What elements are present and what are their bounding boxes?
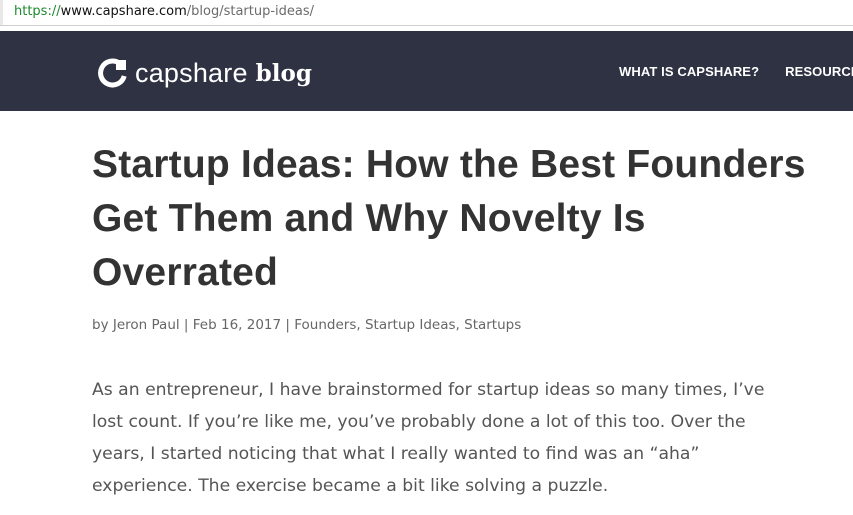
- meta-separator: |: [285, 317, 290, 333]
- capshare-logo-icon: [98, 58, 127, 88]
- post-meta: by Jeron Paul | Feb 16, 2017 | Founders,…: [92, 317, 521, 333]
- url-path: /blog/startup-ideas/: [186, 4, 315, 19]
- site-header: capshare blog WHAT IS CAPSHARE? RESOURCE: [0, 31, 853, 111]
- category-link-startups[interactable]: Startups: [464, 317, 521, 333]
- article-title: Startup Ideas: How the Best Founders Get…: [92, 143, 806, 294]
- site-logo[interactable]: capshare blog: [97, 55, 312, 91]
- logo-blog-label: blog: [255, 59, 312, 87]
- category-separator: ,: [455, 317, 460, 333]
- category-link-startup-ideas[interactable]: Startup Ideas: [365, 317, 456, 333]
- url-scheme: https://: [14, 4, 61, 19]
- address-bar[interactable]: https://www.capshare.com/blog/startup-id…: [0, 0, 853, 26]
- logo-wordmark: capshare: [135, 57, 248, 88]
- main-nav: WHAT IS CAPSHARE? RESOURCE: [619, 64, 853, 79]
- meta-by: by: [92, 317, 109, 333]
- nav-item-what-is-capshare[interactable]: WHAT IS CAPSHARE?: [619, 64, 759, 79]
- address-bar-edge: [0, 0, 3, 25]
- author-link[interactable]: Jeron Paul: [113, 317, 180, 333]
- category-link-founders[interactable]: Founders: [294, 317, 356, 333]
- category-separator: ,: [356, 317, 361, 333]
- url-host: www.capshare.com: [60, 4, 187, 19]
- meta-separator: |: [183, 317, 189, 333]
- url-text[interactable]: https://www.capshare.com/blog/startup-id…: [14, 4, 314, 19]
- article-paragraph: As an entrepreneur, I have brainstormed …: [92, 380, 765, 496]
- post-date: Feb 16, 2017: [192, 317, 282, 333]
- nav-item-resources[interactable]: RESOURCE: [785, 64, 853, 79]
